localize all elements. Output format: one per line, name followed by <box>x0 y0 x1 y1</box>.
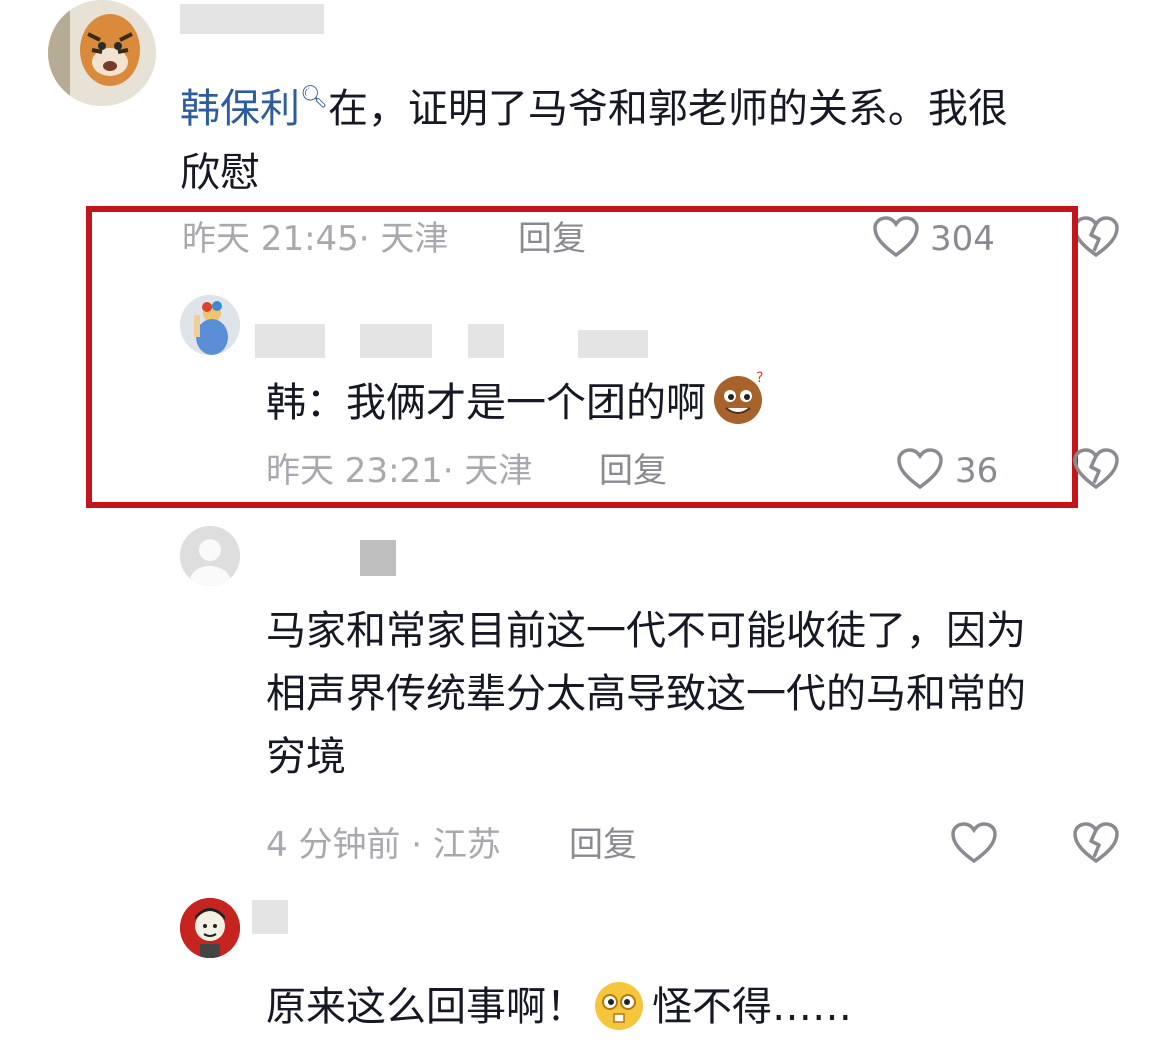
search-icon[interactable]: 🔍︎ <box>300 85 328 110</box>
heart-icon <box>897 448 943 490</box>
comment-text-line1: 在，证明了马爷和郭老师的关系。我很 <box>327 86 1008 132</box>
heart-icon <box>951 822 997 864</box>
username-blurred[interactable] <box>255 324 325 358</box>
reply-text: 韩：我俩才是一个团的啊 ? <box>266 370 768 441</box>
svg-text:?: ? <box>756 370 763 386</box>
reply-text-line3: 穷境 <box>266 734 346 780</box>
reply-text-part2: 怪不得…… <box>652 984 852 1030</box>
emoji-icon: ? <box>710 370 768 441</box>
reply-text-line1: 马家和常家目前这一代不可能收徒了，因为 <box>266 608 1026 654</box>
username-blurred[interactable] <box>252 900 288 934</box>
reply-button[interactable]: 回复 <box>569 828 637 862</box>
avatar[interactable] <box>180 295 240 355</box>
like-button[interactable] <box>950 821 1000 867</box>
reply-text: 原来这么回事啊！ 怪不得…… <box>266 976 852 1047</box>
dislike-button[interactable] <box>1072 447 1122 493</box>
reply-text-line2: 相声界传统辈分太高导致这一代的马和常的 <box>266 671 1026 717</box>
comment-text: 韩保利🔍︎在，证明了马爷和郭老师的关系。我很 欣慰 <box>180 66 1110 205</box>
avatar[interactable] <box>180 526 240 586</box>
dislike-button[interactable] <box>1072 215 1122 261</box>
username-blurred[interactable] <box>360 540 396 576</box>
avatar[interactable] <box>180 898 240 958</box>
broken-heart-icon <box>1073 216 1119 258</box>
broken-heart-icon <box>1073 448 1119 490</box>
username-blurred[interactable] <box>180 4 324 34</box>
reply-time-location: 4 分钟前 · 江苏 <box>266 825 501 865</box>
mention-link[interactable]: 韩保利 <box>180 86 300 132</box>
cartoon-avatar-image <box>180 295 240 355</box>
comment-text-line2: 欣慰 <box>180 150 260 196</box>
emoji-icon <box>590 976 648 1047</box>
reply-button[interactable]: 回复 <box>599 454 667 488</box>
dislike-button[interactable] <box>1072 821 1122 867</box>
reply-time-location: 昨天 23:21· 天津 <box>266 451 533 491</box>
username-blurred <box>360 324 432 358</box>
default-avatar-icon <box>180 526 240 586</box>
reply-text: 马家和常家目前这一代不可能收徒了，因为 相声界传统辈分太高导致这一代的马和常的 … <box>266 600 1146 789</box>
reply-text-content: 韩：我俩才是一个团的啊 <box>266 380 706 426</box>
broken-heart-icon <box>1073 822 1119 864</box>
meme-avatar-image <box>180 898 240 958</box>
tiger-avatar-image <box>48 0 156 106</box>
reply-text-part1: 原来这么回事啊！ <box>266 984 586 1030</box>
avatar[interactable] <box>48 0 156 106</box>
username-blurred <box>468 324 504 358</box>
like-button[interactable] <box>896 447 946 493</box>
like-count: 36 <box>955 451 999 491</box>
username-blurred <box>578 330 648 358</box>
